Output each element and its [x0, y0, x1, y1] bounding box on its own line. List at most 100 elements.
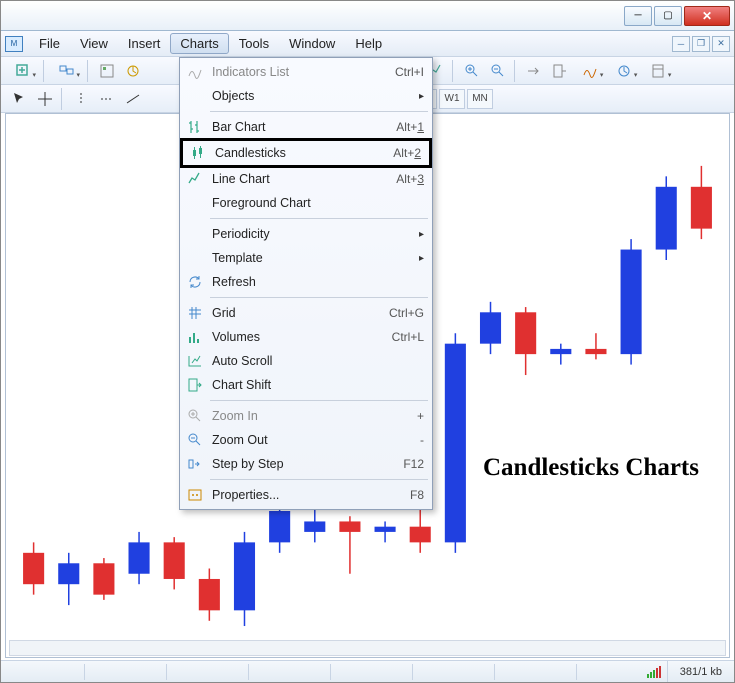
dd-shortcut: Ctrl+I	[395, 65, 424, 79]
dd-label: Line Chart	[212, 172, 396, 186]
template-button[interactable]	[642, 60, 674, 82]
refresh-icon	[184, 273, 206, 291]
dd-label: Volumes	[212, 330, 392, 344]
chart-scrollbar[interactable]	[9, 640, 726, 656]
dd-item-periodicity[interactable]: Periodicity▸	[180, 222, 432, 246]
overlay-label: Candlesticks Charts	[483, 454, 699, 482]
dd-label: Objects	[212, 89, 419, 103]
timeframe-mn[interactable]: MN	[467, 89, 493, 109]
menu-charts[interactable]: Charts	[170, 33, 228, 54]
statusbar: 381/1 kb	[1, 660, 734, 682]
menu-help[interactable]: Help	[345, 33, 392, 54]
market-watch-button[interactable]	[95, 60, 119, 82]
dd-shortcut: +	[417, 409, 424, 423]
menu-insert[interactable]: Insert	[118, 33, 171, 54]
dd-item-foreground-chart[interactable]: Foreground Chart	[180, 191, 432, 215]
dd-shortcut: Alt+2	[393, 146, 421, 160]
crosshair-button[interactable]	[33, 88, 57, 110]
zoom-out-button[interactable]	[486, 60, 510, 82]
dd-label: Periodicity	[212, 227, 419, 241]
timeframe-w1[interactable]: W1	[439, 89, 465, 109]
chartshift-icon	[184, 376, 206, 394]
dd-shortcut: F12	[403, 457, 424, 471]
zoom-in-button[interactable]	[460, 60, 484, 82]
dd-item-step-by-step[interactable]: Step by StepF12	[180, 452, 432, 476]
menu-tools[interactable]: Tools	[229, 33, 279, 54]
mdi-close-button[interactable]: ✕	[712, 36, 730, 52]
dd-item-auto-scroll[interactable]: Auto Scroll	[180, 349, 432, 373]
dd-item-grid[interactable]: GridCtrl+G	[180, 301, 432, 325]
dd-label: Chart Shift	[212, 378, 424, 392]
chart-shift-toggle[interactable]	[548, 60, 572, 82]
app-icon: M	[5, 36, 23, 52]
dd-label: Grid	[212, 306, 389, 320]
menu-file[interactable]: File	[29, 33, 70, 54]
grid-icon	[184, 304, 206, 322]
menu-view[interactable]: View	[70, 33, 118, 54]
dd-item-template[interactable]: Template▸	[180, 246, 432, 270]
profiles-button[interactable]	[51, 60, 83, 82]
blank-icon	[184, 249, 206, 267]
dd-label: Template	[212, 251, 419, 265]
dd-label: Zoom In	[212, 409, 417, 423]
close-button[interactable]: ✕	[684, 6, 730, 26]
blank-icon	[184, 194, 206, 212]
bar-icon	[184, 118, 206, 136]
charts-dropdown: Indicators ListCtrl+IObjects▸Bar ChartAl…	[179, 57, 433, 510]
trendline-button[interactable]	[121, 88, 145, 110]
horizontal-line-button[interactable]	[95, 88, 119, 110]
dd-item-bar-chart[interactable]: Bar ChartAlt+1	[180, 115, 432, 139]
dd-item-properties-[interactable]: Properties...F8	[180, 483, 432, 507]
navigator-button[interactable]	[121, 60, 145, 82]
volumes-icon	[184, 328, 206, 346]
dd-item-line-chart[interactable]: Line ChartAlt+3	[180, 167, 432, 191]
menubar: M File View Insert Charts Tools Window H…	[1, 31, 734, 57]
indicators-icon	[184, 63, 206, 81]
dd-label: Indicators List	[212, 65, 395, 79]
periodicity-button[interactable]	[608, 60, 640, 82]
blank-icon	[184, 87, 206, 105]
submenu-arrow-icon: ▸	[419, 91, 424, 102]
connection-indicator-icon	[643, 666, 667, 678]
dd-label: Properties...	[212, 488, 410, 502]
maximize-button[interactable]: ▢	[654, 6, 682, 26]
dd-label: Auto Scroll	[212, 354, 424, 368]
dd-shortcut: Ctrl+L	[392, 330, 424, 344]
dd-item-volumes[interactable]: VolumesCtrl+L	[180, 325, 432, 349]
traffic-label: 381/1 kb	[667, 661, 734, 682]
autoscroll-icon	[184, 352, 206, 370]
cursor-button[interactable]	[7, 88, 31, 110]
line-icon	[184, 170, 206, 188]
dd-shortcut: Alt+3	[396, 172, 424, 186]
mdi-restore-button[interactable]: ❐	[692, 36, 710, 52]
menu-window[interactable]: Window	[279, 33, 345, 54]
dd-shortcut: Alt+1	[396, 120, 424, 134]
autoscroll-toggle[interactable]	[522, 60, 546, 82]
minimize-button[interactable]: ─	[624, 6, 652, 26]
dd-shortcut: -	[420, 433, 424, 447]
dd-item-chart-shift[interactable]: Chart Shift	[180, 373, 432, 397]
zoomin-icon	[184, 407, 206, 425]
dd-item-candlesticks[interactable]: CandlesticksAlt+2	[183, 141, 429, 165]
mdi-minimize-button[interactable]: ─	[672, 36, 690, 52]
dd-shortcut: F8	[410, 488, 424, 502]
dd-shortcut: Ctrl+G	[389, 306, 424, 320]
dd-label: Candlesticks	[215, 146, 393, 160]
dd-item-indicators-list: Indicators ListCtrl+I	[180, 60, 432, 84]
step-icon	[184, 455, 206, 473]
candle-icon	[187, 144, 209, 162]
vertical-line-button[interactable]	[69, 88, 93, 110]
window-titlebar: ─ ▢ ✕	[1, 1, 734, 31]
dd-item-zoom-out[interactable]: Zoom Out-	[180, 428, 432, 452]
dd-item-objects[interactable]: Objects▸	[180, 84, 432, 108]
submenu-arrow-icon: ▸	[419, 229, 424, 240]
dd-label: Refresh	[212, 275, 424, 289]
new-chart-button[interactable]	[7, 60, 39, 82]
dd-label: Bar Chart	[212, 120, 396, 134]
dd-label: Foreground Chart	[212, 196, 424, 210]
dd-item-zoom-in: Zoom In+	[180, 404, 432, 428]
zoomout-icon	[184, 431, 206, 449]
indicators-button[interactable]	[574, 60, 606, 82]
dd-item-refresh[interactable]: Refresh	[180, 270, 432, 294]
dd-label: Step by Step	[212, 457, 403, 471]
